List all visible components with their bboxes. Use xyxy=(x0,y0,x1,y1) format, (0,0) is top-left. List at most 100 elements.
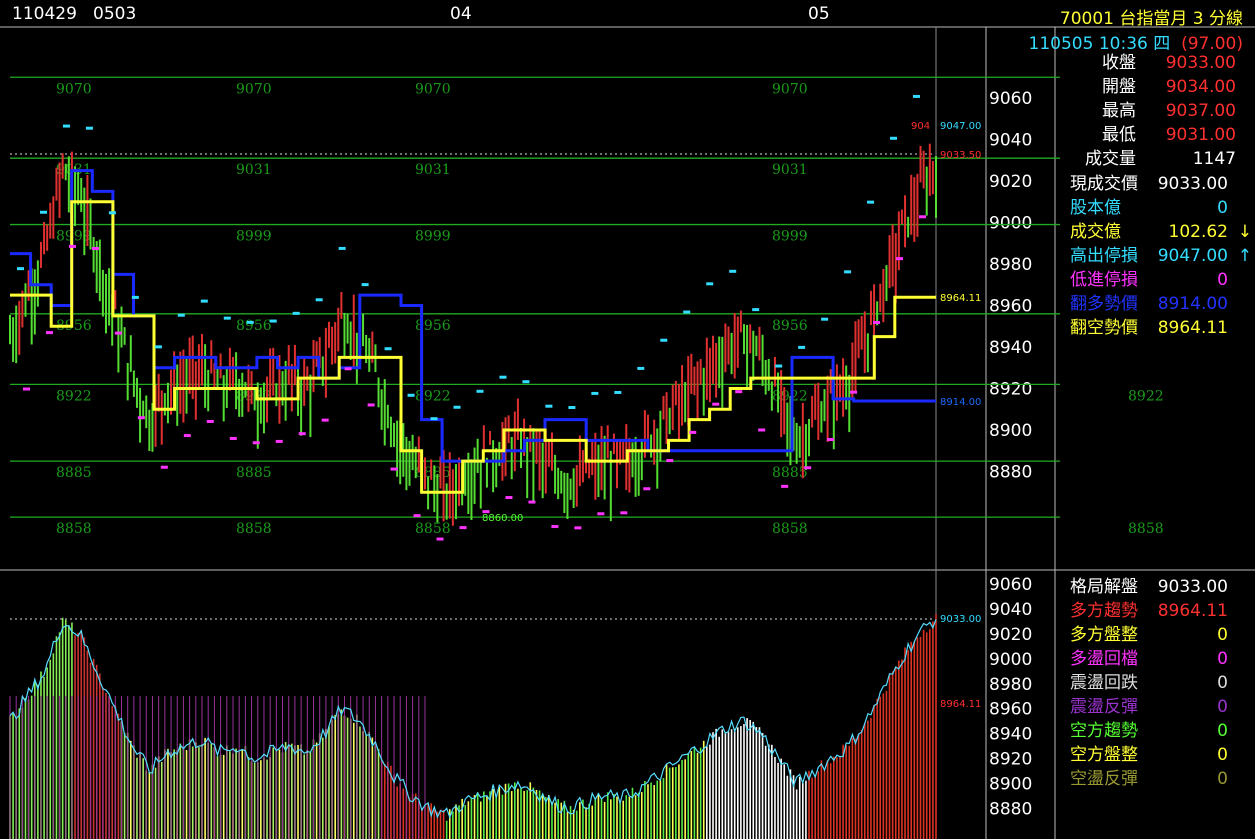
level-label: 9031 xyxy=(415,162,451,178)
signal-label: 低進停損 xyxy=(1070,270,1138,290)
swing-low-marker xyxy=(45,331,53,335)
swing-high-marker xyxy=(108,211,116,215)
swing-high-marker xyxy=(384,347,392,351)
signal-row: 翻多勢價 8914.00 xyxy=(1066,292,1246,316)
status-label: 多盪回檔 xyxy=(1070,649,1138,669)
swing-low-marker xyxy=(758,428,766,432)
status-value: 0 xyxy=(1217,649,1228,669)
status-label: 震盪反彈 xyxy=(1070,697,1138,717)
arrow-up-icon: ↑ xyxy=(1237,246,1252,266)
level-label: 8956 xyxy=(236,318,272,334)
chart-title: 70001 台指當月 3 分線 xyxy=(1060,4,1243,29)
swing-high-marker xyxy=(453,405,461,409)
swing-high-marker xyxy=(269,319,277,323)
swing-high-marker xyxy=(591,391,599,395)
status-row: 震盪反彈 0 xyxy=(1066,695,1246,719)
status-row: 格局解盤 9033.00 xyxy=(1066,575,1246,599)
level-label: 9070 xyxy=(56,81,92,97)
status-label: 多方趨勢 xyxy=(1070,601,1138,621)
quote-value: 9034.00 xyxy=(1165,77,1236,97)
signal-label: 股本億 xyxy=(1070,198,1121,218)
swing-high-marker xyxy=(62,124,70,128)
main-y-tick: 8940 xyxy=(989,338,1032,358)
swing-high-marker xyxy=(683,310,691,314)
status-row: 空盪反彈 0 xyxy=(1066,767,1246,791)
sub-level-tag: 8964.11 xyxy=(940,699,981,710)
swing-high-marker xyxy=(614,390,622,394)
sub-y-tick: 8940 xyxy=(989,725,1032,745)
swing-high-marker xyxy=(131,295,139,299)
swing-high-marker xyxy=(913,94,920,98)
status-value: 0 xyxy=(1217,769,1228,789)
status-label: 空方趨勢 xyxy=(1070,721,1138,741)
swing-high-marker xyxy=(568,406,576,410)
status-label: 空方盤整 xyxy=(1070,745,1138,765)
yellow-line-tag: 8964.11 xyxy=(940,293,981,304)
signal-value: 9047.00 xyxy=(1157,246,1228,266)
arrow-down-icon: ↓ xyxy=(1237,222,1252,242)
quote-row: 開盤 9034.00 xyxy=(1066,75,1246,99)
swing-low-marker xyxy=(505,496,513,500)
status-row: 空方趨勢 0 xyxy=(1066,719,1246,743)
swing-low-marker xyxy=(229,436,237,440)
swing-high-marker xyxy=(246,320,254,324)
swing-low-marker xyxy=(321,418,329,422)
signal-value: 9033.00 xyxy=(1157,174,1228,194)
quote-row: 收盤 9033.00 xyxy=(1066,51,1246,75)
swing-high-marker xyxy=(499,375,507,379)
level-label: 8858 xyxy=(236,521,272,537)
swing-high-marker xyxy=(775,364,783,368)
signal-row: 現成交價 9033.00 xyxy=(1066,172,1246,196)
swing-low-marker xyxy=(436,537,444,541)
blue-line-tag: 8914.00 xyxy=(940,397,981,408)
swing-high-marker xyxy=(752,308,760,312)
swing-low-marker xyxy=(459,526,467,530)
swing-low-marker xyxy=(298,432,306,436)
signal-label: 翻空勢價 xyxy=(1070,318,1138,338)
swing-high-marker xyxy=(821,317,829,321)
level-label: 8999 xyxy=(56,229,92,245)
low-tag: 8860.00 xyxy=(482,513,523,524)
swing-low-marker xyxy=(206,419,214,423)
status-value: 0 xyxy=(1217,697,1228,717)
status-row: 多方趨勢 8964.11 xyxy=(1066,599,1246,623)
quote-label: 最高 xyxy=(1102,101,1136,121)
status-row: 震盪回跌 0 xyxy=(1066,671,1246,695)
status-value: 9033.00 xyxy=(1157,577,1228,597)
signal-label: 高出停損 xyxy=(1070,246,1138,266)
swing-low-marker xyxy=(827,438,835,442)
level-label: 8858 xyxy=(56,521,92,537)
swing-high-marker xyxy=(522,380,530,384)
swing-high-marker xyxy=(407,393,415,397)
swing-high-marker xyxy=(315,298,323,302)
level-label: 9031 xyxy=(772,162,808,178)
sub-y-tick: 9020 xyxy=(989,625,1032,645)
main-y-tick: 8920 xyxy=(989,380,1032,400)
level-label: 8922 xyxy=(56,388,92,404)
status-label: 震盪回跌 xyxy=(1070,673,1138,693)
main-y-tick: 9040 xyxy=(989,131,1032,151)
level-label: 8999 xyxy=(236,229,272,245)
level-label: 9070 xyxy=(772,81,808,97)
quote-value: 9033.00 xyxy=(1165,53,1236,73)
status-row: 空方盤整 0 xyxy=(1066,743,1246,767)
level-label: 8858 xyxy=(772,521,808,537)
level-label: 9070 xyxy=(415,81,451,97)
main-y-tick: 8980 xyxy=(989,255,1032,275)
swing-low-marker xyxy=(850,390,858,394)
quote-row: 最低 9031.00 xyxy=(1066,123,1246,147)
swing-low-marker xyxy=(183,434,191,438)
swing-high-marker xyxy=(729,269,737,273)
swing-high-marker xyxy=(706,282,714,286)
sub-y-tick: 9060 xyxy=(989,575,1032,595)
level-label: 8885 xyxy=(56,465,92,481)
swing-high-marker xyxy=(660,338,668,342)
status-panel: 格局解盤 9033.00 多方趨勢 8964.11 多方盤整 0 多盪回檔 0 震盪回跌 0 震盪反… xyxy=(1066,575,1246,791)
swing-low-marker xyxy=(137,416,145,420)
status-row: 多方盤整 0 xyxy=(1066,623,1246,647)
main-y-tick: 8900 xyxy=(989,421,1032,441)
sub-last-tag: 9033.00 xyxy=(940,614,981,625)
swing-high-marker xyxy=(545,404,553,408)
quote-row: 最高 9037.00 xyxy=(1066,99,1246,123)
swing-high-marker xyxy=(476,389,484,393)
